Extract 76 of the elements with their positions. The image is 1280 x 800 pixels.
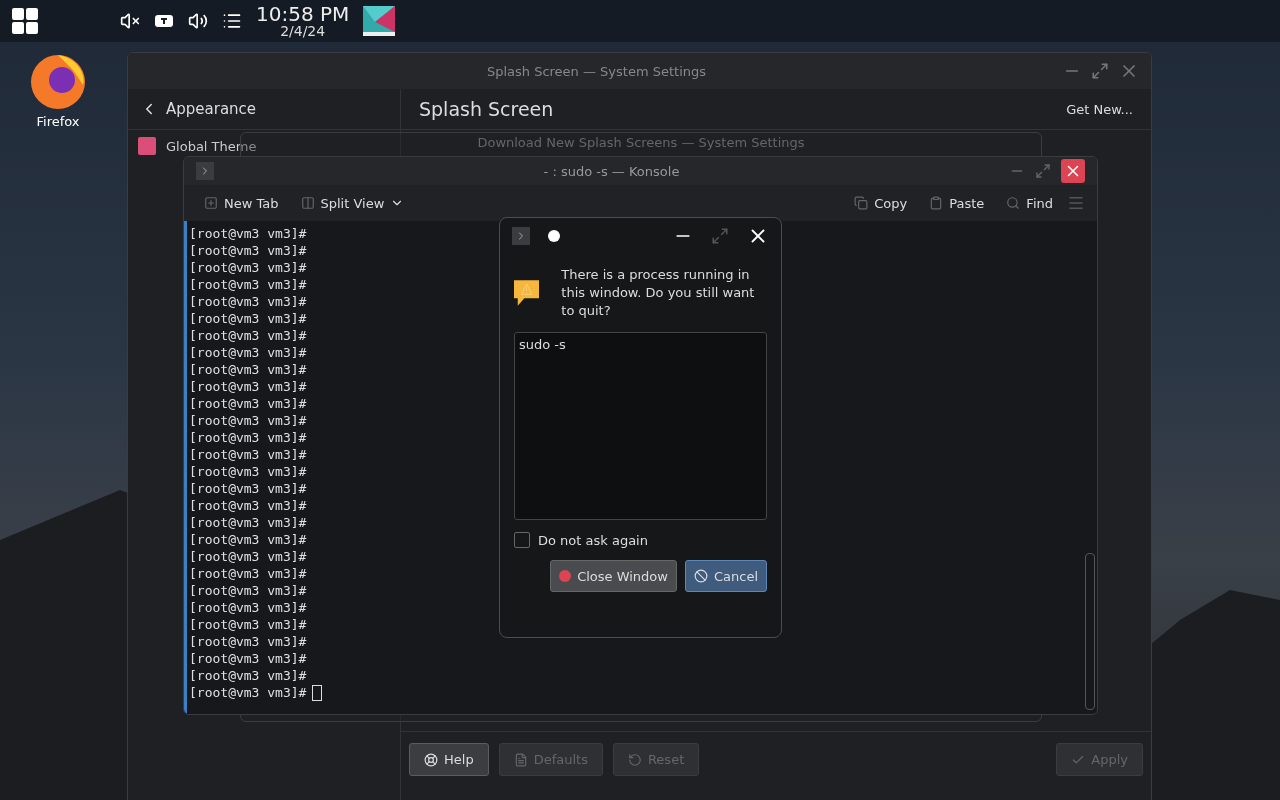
toolbar-button[interactable]: New Tab	[196, 191, 287, 215]
terminal-line: [root@vm3 vm3]#	[189, 327, 307, 344]
maximize-icon[interactable]	[1091, 62, 1109, 80]
toolbar-button[interactable]: Paste	[921, 191, 993, 215]
pin-dot-icon[interactable]	[548, 230, 560, 242]
theme-icon	[138, 137, 156, 155]
get-new-button[interactable]: Get New...	[1060, 100, 1139, 118]
stop-icon	[559, 570, 572, 582]
terminal-line: [root@vm3 vm3]#	[189, 480, 307, 497]
terminal-line: [root@vm3 vm3]#	[189, 225, 307, 242]
terminal-line: [root@vm3 vm3]#	[189, 276, 307, 293]
toolbar-icon	[854, 196, 869, 210]
page-title: Splash Screen	[418, 98, 555, 120]
button-icon	[424, 752, 438, 767]
sidebar-item-label: Global Theme	[166, 138, 257, 154]
toolbar-icon	[300, 196, 315, 210]
terminal-line: [root@vm3 vm3]#	[189, 650, 307, 667]
button-icon	[513, 752, 528, 767]
window-title: Splash Screen — System Settings	[485, 63, 708, 79]
terminal-line: [root@vm3 vm3]#	[189, 548, 307, 565]
toolbar-button[interactable]: Copy	[846, 191, 916, 215]
desktop-icon-label[interactable]: Firefox	[36, 114, 80, 129]
terminal-line: [root@vm3 vm3]#	[189, 378, 307, 395]
terminal-line: [root@vm3 vm3]#	[189, 446, 307, 463]
terminal-line: [root@vm3 vm3]#	[189, 361, 307, 378]
terminal-line: [root@vm3 vm3]#	[189, 497, 307, 514]
scrollbar-thumb[interactable]	[1085, 553, 1095, 710]
do-not-ask-checkbox[interactable]: Do not ask again	[514, 532, 767, 548]
terminal-line: [root@vm3 vm3]#	[189, 633, 307, 650]
dialog-button[interactable]: Close Window	[550, 560, 677, 592]
cancel-icon	[693, 569, 708, 583]
terminal-line: [root@vm3 vm3]#	[189, 259, 307, 276]
terminal-line: [root@vm3 vm3]#	[189, 395, 307, 412]
toolbar-icon	[204, 196, 218, 210]
sidebar-item[interactable]: Global Theme	[128, 136, 267, 156]
checkbox[interactable]	[514, 532, 530, 548]
muted-speaker-icon[interactable]	[120, 11, 140, 31]
terminal-line: [root@vm3 vm3]#	[189, 293, 307, 310]
volume-icon[interactable]	[188, 11, 208, 31]
toolbar-button[interactable]: Split View	[292, 191, 413, 215]
checkbox-label: Do not ask again	[538, 532, 648, 548]
maximize-icon[interactable]	[1035, 163, 1051, 179]
terminal-line: [root@vm3 vm3]#	[189, 412, 307, 429]
clock-time: 10:58 PM	[256, 4, 350, 24]
tray-device-icon[interactable]	[154, 13, 174, 29]
terminal-line: [root@vm3 vm3]#	[189, 582, 307, 599]
back-label[interactable]: Appearance	[166, 100, 257, 118]
toolbar-icon	[929, 196, 944, 210]
text-cursor	[312, 684, 323, 701]
terminal-line: [root@vm3 vm3]#	[189, 344, 307, 361]
clock-date: 2/4/24	[280, 24, 326, 38]
terminal-line: [root@vm3 vm3]#	[189, 310, 307, 327]
terminal-line: [root@vm3 vm3]#	[189, 531, 307, 548]
desktop-preview-icon[interactable]	[363, 6, 396, 36]
terminal-line: [root@vm3 vm3]#	[189, 565, 307, 582]
window-title: - : sudo -s — Konsole	[542, 163, 681, 179]
terminal-line: [root@vm3 vm3]#	[189, 616, 307, 633]
menu-icon[interactable]	[222, 11, 242, 31]
button-icon	[627, 752, 642, 767]
footer-button[interactable]: Help	[409, 743, 489, 776]
close-button[interactable]	[1061, 159, 1085, 183]
terminal-line: [root@vm3 vm3]#	[189, 667, 307, 684]
dialog-message: There is a process running in this window. Do you still want to quit?	[561, 266, 756, 320]
terminal-line: [root@vm3 vm3]#	[189, 242, 307, 259]
toolbar-button[interactable]: Find	[998, 191, 1061, 215]
toolbar-icon	[1006, 196, 1021, 210]
terminal-line: [root@vm3 vm3]#	[189, 514, 307, 531]
dialog-button[interactable]: Cancel	[684, 560, 767, 592]
terminal-line: [root@vm3 vm3]#	[189, 429, 307, 446]
details-text-area: sudo -s	[514, 332, 767, 520]
terminal-line: [root@vm3 vm3]#	[189, 684, 323, 701]
terminal-line: [root@vm3 vm3]#	[189, 599, 307, 616]
maximize-icon[interactable]	[711, 227, 729, 245]
terminal-icon	[512, 227, 530, 245]
terminal-line: [root@vm3 vm3]#	[189, 463, 307, 480]
terminal-icon	[196, 162, 214, 180]
